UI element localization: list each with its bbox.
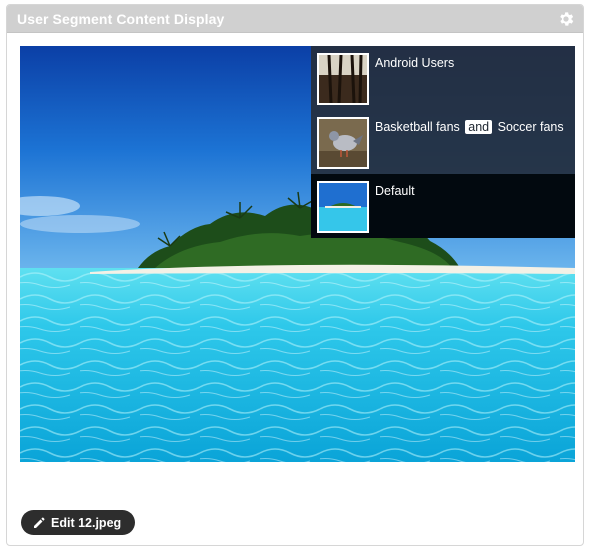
- content-image-stage: Android Users Basketball fans and Soccer…: [20, 46, 575, 462]
- and-operator-badge: and: [465, 120, 493, 134]
- edit-button-label: Edit 12.jpeg: [51, 515, 122, 530]
- segment-list: Android Users Basketball fans and Soccer…: [311, 46, 575, 238]
- pigeon-thumbnail: [317, 117, 369, 169]
- segment-item-default[interactable]: Default: [311, 174, 575, 238]
- segment-label: Android Users: [375, 56, 455, 70]
- segment-label-part: Soccer fans: [497, 120, 564, 134]
- pencil-icon: [33, 517, 45, 529]
- edit-button[interactable]: Edit 12.jpeg: [21, 510, 136, 535]
- portlet: User Segment Content Display Android Use…: [6, 4, 584, 546]
- segment-label: Default: [375, 184, 415, 198]
- segment-label-part: Basketball fans: [375, 120, 460, 134]
- forest-thumbnail: [317, 53, 369, 105]
- segment-item-android-users[interactable]: Android Users: [311, 46, 575, 110]
- portlet-header: User Segment Content Display: [7, 5, 583, 33]
- gear-icon[interactable]: [557, 10, 575, 28]
- beach-thumbnail: [317, 181, 369, 233]
- portlet-title: User Segment Content Display: [17, 10, 225, 27]
- segment-label: Basketball fans and Soccer fans: [375, 120, 564, 134]
- segment-item-basketball-soccer[interactable]: Basketball fans and Soccer fans: [311, 110, 575, 174]
